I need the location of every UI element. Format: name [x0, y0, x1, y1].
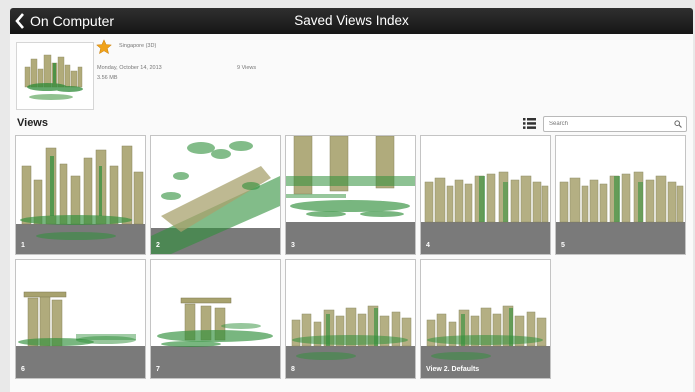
view-tile[interactable]: View 2. Defaults: [420, 259, 551, 379]
view-tile[interactable]: 5: [555, 135, 686, 255]
project-views-count: 9 Views: [237, 65, 257, 71]
view-thumbnail-image: [556, 136, 685, 254]
back-button[interactable]: On Computer: [14, 8, 114, 34]
view-thumbnail-image: [421, 136, 550, 254]
search-input[interactable]: [549, 118, 667, 130]
view-tile[interactable]: 8: [285, 259, 416, 379]
view-thumbnail-image: [151, 136, 280, 254]
view-tile-label: 6: [21, 366, 25, 373]
view-thumbnail-image: [286, 260, 415, 378]
title-bar: On Computer Saved Views Index: [10, 8, 693, 34]
view-tile-label: 4: [426, 242, 430, 249]
chevron-left-icon: [15, 13, 24, 29]
view-thumbnail-image: [421, 260, 550, 378]
view-tile-label: 8: [291, 366, 295, 373]
view-tile[interactable]: 7: [150, 259, 281, 379]
view-tile[interactable]: 2: [150, 135, 281, 255]
main-content: Singapore (3D) Monday, October 14, 2013 …: [10, 34, 693, 392]
project-title: Singapore (3D): [119, 43, 157, 49]
views-heading: Views: [17, 117, 48, 129]
project-thumbnail-image: [17, 43, 93, 109]
view-thumbnail-image: [16, 136, 145, 254]
view-thumbnail-image: [286, 136, 415, 254]
view-tile[interactable]: 6: [15, 259, 146, 379]
project-size: 3.56 MB: [97, 75, 118, 81]
back-button-label: On Computer: [30, 13, 115, 29]
project-thumbnail[interactable]: [16, 42, 94, 110]
project-date: Monday, October 14, 2013: [97, 65, 162, 71]
view-tile-label: 7: [156, 366, 160, 373]
search-box[interactable]: [543, 116, 687, 132]
search-icon: [674, 120, 682, 128]
view-tile[interactable]: 4: [420, 135, 551, 255]
view-tile-label: View 2. Defaults: [426, 366, 480, 373]
view-thumbnail-image: [151, 260, 280, 378]
view-tile-label: 2: [156, 242, 160, 249]
favorite-star-icon[interactable]: [96, 39, 112, 55]
view-tile[interactable]: 3: [285, 135, 416, 255]
view-tile-label: 3: [291, 242, 295, 249]
view-tile-label: 5: [561, 242, 565, 249]
view-thumbnail-image: [16, 260, 145, 378]
view-tile[interactable]: 1: [15, 135, 146, 255]
list-view-icon[interactable]: [523, 118, 536, 129]
view-tile-label: 1: [21, 242, 25, 249]
